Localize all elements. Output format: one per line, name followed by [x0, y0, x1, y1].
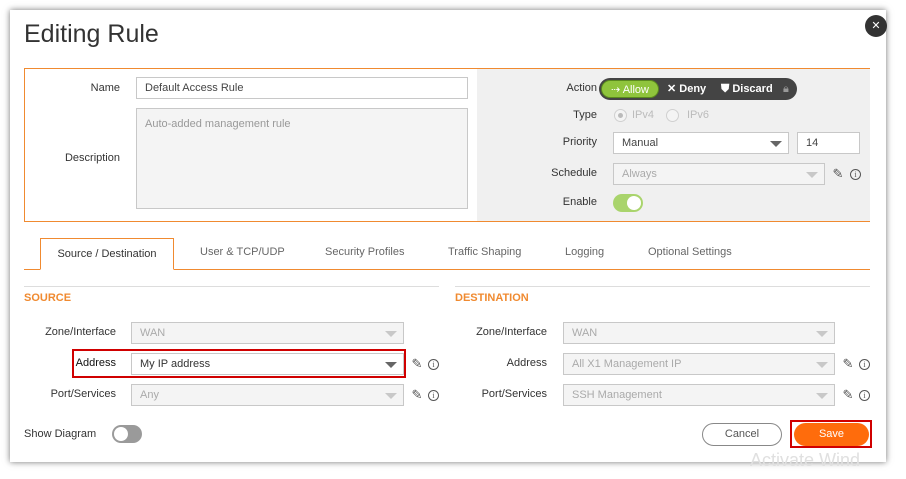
- destination-divider: [455, 286, 870, 287]
- pencil-icon[interactable]: ✎: [410, 357, 424, 371]
- priority-label: Priority: [562, 136, 597, 148]
- address-highlight-box: [72, 349, 406, 378]
- action-deny-button[interactable]: ✕ Deny: [667, 78, 706, 100]
- source-port-label: Port/Services: [50, 388, 116, 400]
- priority-select[interactable]: Manual: [613, 132, 789, 154]
- source-zone-label: Zone/Interface: [45, 326, 116, 338]
- tab-logging[interactable]: Logging: [565, 246, 604, 258]
- pencil-icon[interactable]: ✎: [841, 388, 855, 402]
- chevron-down-icon: [816, 331, 828, 337]
- info-icon[interactable]: i: [850, 169, 861, 180]
- activation-watermark: Activate Wind: [750, 450, 861, 470]
- destination-zone-select[interactable]: WAN: [563, 322, 835, 344]
- tab-traffic-shaping[interactable]: Traffic Shaping: [448, 246, 521, 258]
- pencil-icon[interactable]: ✎: [410, 388, 424, 402]
- description-textarea[interactable]: Auto-added management rule: [136, 108, 468, 209]
- save-highlight-box: [790, 420, 872, 448]
- name-label: Name: [90, 82, 120, 94]
- source-port-select[interactable]: Any: [131, 384, 404, 406]
- type-ipv6-label: IPv6: [687, 109, 710, 121]
- show-diagram-label: Show Diagram: [24, 428, 97, 440]
- source-zone-select[interactable]: WAN: [131, 322, 404, 344]
- cancel-button[interactable]: Cancel: [702, 423, 782, 446]
- info-icon[interactable]: i: [428, 359, 439, 370]
- action-segmented-control: ⇢ Allow ✕ Deny ⛊ Discard 🔒︎: [599, 78, 797, 100]
- x-icon: ✕: [667, 83, 680, 95]
- action-discard-button[interactable]: ⛊ Discard: [721, 78, 773, 100]
- chevron-down-icon: [816, 362, 828, 368]
- close-icon[interactable]: ✕: [865, 15, 887, 37]
- schedule-select[interactable]: Always: [613, 163, 825, 185]
- type-ipv6-radio[interactable]: [666, 109, 679, 122]
- tab-optional-settings[interactable]: Optional Settings: [648, 246, 732, 258]
- description-label: Description: [64, 152, 120, 164]
- pencil-icon[interactable]: ✎: [831, 167, 845, 181]
- info-icon[interactable]: i: [428, 390, 439, 401]
- destination-address-label: Address: [506, 357, 547, 369]
- source-title: SOURCE: [24, 292, 72, 304]
- enable-label: Enable: [562, 196, 597, 208]
- toggle-knob: [627, 196, 641, 210]
- destination-zone-label: Zone/Interface: [476, 326, 547, 338]
- schedule-label: Schedule: [551, 167, 597, 179]
- show-diagram-toggle[interactable]: [112, 425, 142, 443]
- editing-rule-dialog: Editing Rule Name Default Access Rule De…: [10, 10, 886, 470]
- name-input[interactable]: Default Access Rule: [136, 77, 468, 99]
- arrow-right-icon: ⇢: [611, 84, 623, 96]
- destination-port-label: Port/Services: [481, 388, 547, 400]
- lock-icon: 🔒︎: [783, 83, 789, 95]
- destination-port-select[interactable]: SSH Management: [563, 384, 835, 406]
- action-label: Action: [566, 82, 597, 94]
- type-ipv4-label: IPv4: [632, 109, 655, 121]
- destination-title: DESTINATION: [455, 292, 529, 304]
- type-label: Type: [573, 109, 597, 121]
- pencil-icon[interactable]: ✎: [841, 357, 855, 371]
- source-divider: [24, 286, 439, 287]
- priority-number-input[interactable]: 14: [797, 132, 860, 154]
- chevron-down-icon: [816, 393, 828, 399]
- tab-source-destination[interactable]: Source / Destination: [40, 238, 174, 270]
- chevron-down-icon: [385, 331, 397, 337]
- tab-security-profiles[interactable]: Security Profiles: [325, 246, 404, 258]
- tab-user-tcp-udp[interactable]: User & TCP/UDP: [200, 246, 285, 258]
- enable-toggle[interactable]: [613, 194, 643, 212]
- toggle-knob: [114, 427, 128, 441]
- dialog-title: Editing Rule: [24, 20, 159, 48]
- chevron-down-icon: [385, 393, 397, 399]
- info-icon[interactable]: i: [859, 359, 870, 370]
- type-ipv4-radio[interactable]: [614, 109, 627, 122]
- shield-icon: ⛊: [721, 83, 733, 95]
- chevron-down-icon: [770, 141, 782, 147]
- info-icon[interactable]: i: [859, 390, 870, 401]
- chevron-down-icon: [806, 172, 818, 178]
- action-allow-button[interactable]: ⇢ Allow: [601, 80, 659, 98]
- destination-address-select[interactable]: All X1 Management IP: [563, 353, 835, 375]
